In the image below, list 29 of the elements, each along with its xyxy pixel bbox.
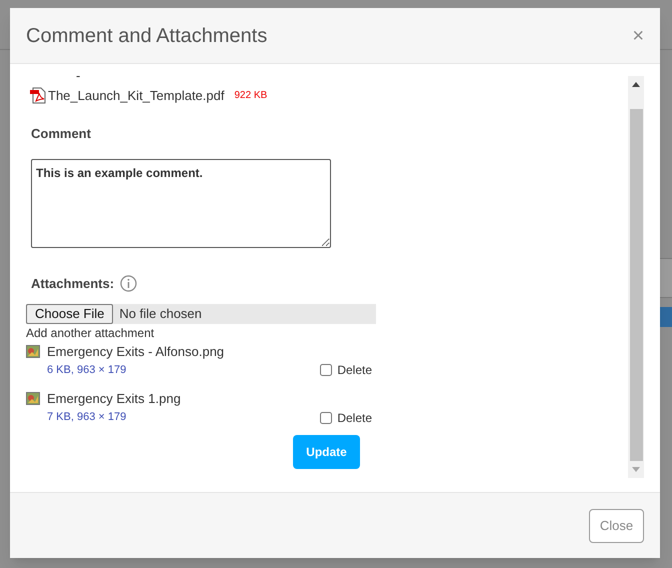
attachment-name[interactable]: Emergency Exits - Alfonso.png	[47, 342, 224, 361]
scrollbar[interactable]	[628, 76, 644, 478]
comment-label: Comment	[31, 124, 91, 142]
attachment-info: 6 KB, 963 × 179	[47, 362, 126, 378]
image-file-icon	[26, 344, 40, 358]
file-size: 922 KB	[234, 89, 268, 104]
file-status: No file chosen	[119, 304, 202, 323]
text-fragment: -	[76, 76, 80, 82]
scroll-up-icon[interactable]	[632, 82, 640, 87]
attachments-label: Attachments:	[31, 275, 114, 293]
delete-checkbox[interactable]	[320, 364, 332, 376]
background-table-header	[660, 258, 672, 298]
image-file-icon	[26, 392, 40, 406]
attachment-info: 7 KB, 963 × 179	[47, 410, 126, 426]
comment-field[interactable]: This is an example comment.	[31, 159, 331, 248]
pdf-file-icon	[30, 87, 46, 104]
attachment-name[interactable]: Emergency Exits 1.png	[47, 389, 181, 408]
document-link[interactable]: The_Launch_Kit_Template.pdf	[48, 86, 224, 106]
scroll-down-icon[interactable]	[632, 467, 640, 472]
delete-checkbox[interactable]	[320, 412, 332, 424]
dialog-title: Comment and Attachments	[26, 24, 268, 48]
file-input[interactable]: Choose File No file chosen	[26, 304, 376, 324]
info-icon[interactable]	[120, 275, 138, 292]
delete-label: Delete	[337, 410, 372, 426]
choose-file-button[interactable]: Choose File	[26, 304, 114, 324]
close-button[interactable]: Close	[589, 508, 644, 542]
add-attachment-link[interactable]: Add another attachment	[26, 324, 154, 342]
delete-label: Delete	[337, 362, 372, 379]
scrollbar-thumb[interactable]	[630, 109, 642, 461]
